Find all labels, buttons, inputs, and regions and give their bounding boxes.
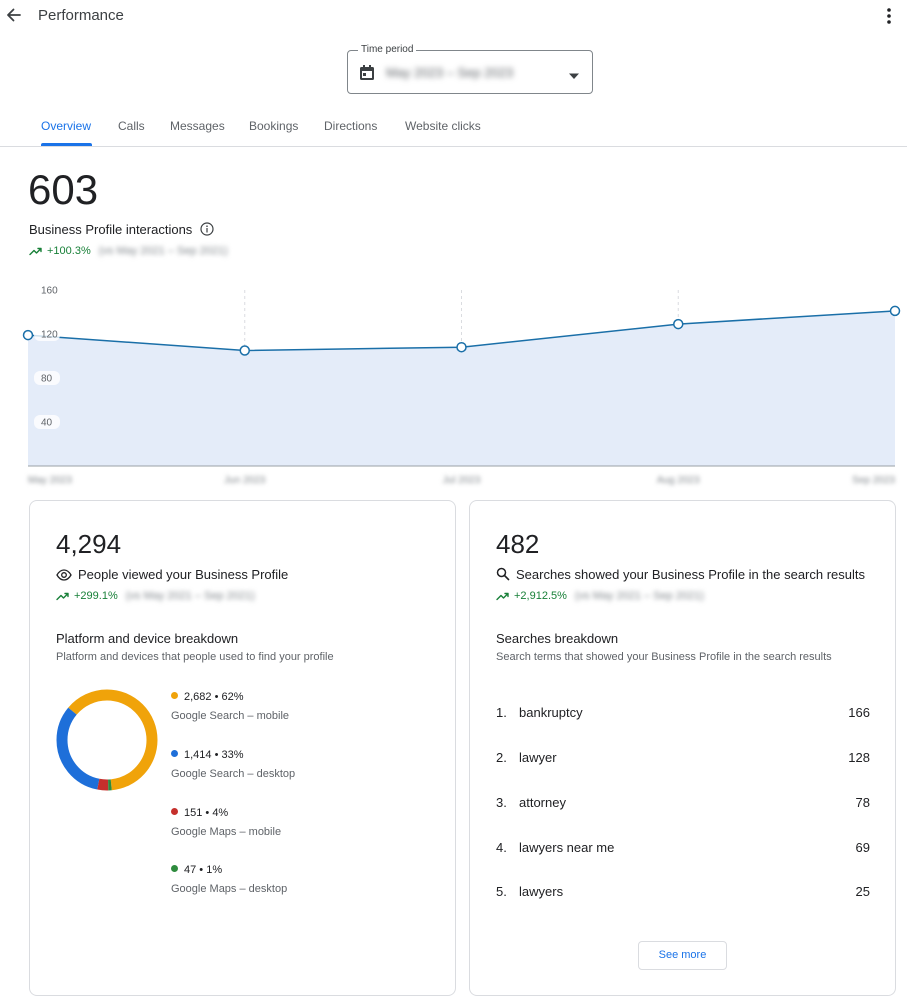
interactions-comparison: (vs May 2021 – Sep 2021) xyxy=(98,245,228,257)
views-change: +299.1% xyxy=(74,590,118,602)
search-term-count: 25 xyxy=(855,884,870,899)
x-tick-label: Sep 2023 xyxy=(852,475,895,486)
tab-overview[interactable]: Overview xyxy=(41,119,91,133)
platform-donut-chart xyxy=(56,689,158,791)
legend-name: Google Maps – desktop xyxy=(171,883,288,895)
y-tick-label: 80 xyxy=(41,374,53,385)
legend-value: 47 • 1% xyxy=(184,864,223,876)
searches-total: 482 xyxy=(496,529,540,559)
legend-item: 1,414 • 33% Google Search – desktop xyxy=(171,749,295,780)
views-label: People viewed your Business Profile xyxy=(78,567,289,582)
chart-point xyxy=(889,305,901,317)
trending-up-icon xyxy=(56,592,69,601)
search-term: attorney xyxy=(519,795,566,810)
page-title: Performance xyxy=(38,7,124,24)
search-term-count: 69 xyxy=(855,840,870,855)
legend-value: 2,682 • 62% xyxy=(184,691,244,703)
interactions-chart: 160 120 80 40 May 2023 Jun 2023 Jul 2023 Aug 20… xyxy=(22,284,901,486)
time-period-select[interactable]: Time period May 2023 – Sep 2023 xyxy=(347,44,593,94)
legend-dot xyxy=(171,750,178,757)
x-tick-label: May 2023 xyxy=(28,475,72,486)
search-icon xyxy=(496,567,510,581)
tab-directions[interactable]: Directions xyxy=(324,119,377,133)
searches-label-row: Searches showed your Business Profile in… xyxy=(496,567,865,582)
legend-dot xyxy=(171,865,178,872)
y-tick-label: 160 xyxy=(41,286,58,297)
y-tick-label: 120 xyxy=(41,330,58,341)
views-label-row: People viewed your Business Profile xyxy=(56,567,288,582)
chart-point xyxy=(239,345,250,356)
interactions-change: +100.3% xyxy=(47,245,91,257)
time-period-value: May 2023 – Sep 2023 xyxy=(386,65,514,80)
platform-breakdown-title: Platform and device breakdown xyxy=(56,631,239,646)
legend-dot xyxy=(171,808,178,815)
search-term: lawyers near me xyxy=(519,840,615,855)
legend-value: 1,414 • 33% xyxy=(184,749,244,761)
search-term-count: 78 xyxy=(855,795,870,810)
chart-point xyxy=(22,329,34,341)
top-bar: Performance xyxy=(0,0,907,30)
search-term-rank: 2. xyxy=(496,750,507,765)
searches-card: 482 Searches showed your Business Profil… xyxy=(469,500,896,996)
legend-name: Google Search – mobile xyxy=(171,710,290,722)
interactions-label: Business Profile interactions xyxy=(29,222,193,237)
searches-breakdown-title: Searches breakdown xyxy=(496,631,619,646)
search-term-rank: 3. xyxy=(496,795,507,810)
legend-item: 2,682 • 62% Google Search – mobile xyxy=(171,691,289,722)
eye-icon xyxy=(56,569,72,581)
search-term-count: 166 xyxy=(848,705,870,720)
searches-comparison: (vs May 2021 – Sep 2021) xyxy=(574,590,704,602)
x-tick-label: Aug 2023 xyxy=(657,475,700,486)
search-term: bankruptcy xyxy=(519,705,583,720)
tab-website-clicks[interactable]: Website clicks xyxy=(405,119,481,133)
y-tick-label: 40 xyxy=(41,418,53,429)
searches-breakdown-subtitle: Search terms that showed your Business P… xyxy=(496,651,832,663)
tab-messages[interactable]: Messages xyxy=(170,119,225,133)
legend-dot xyxy=(171,692,178,699)
search-term-count: 128 xyxy=(848,750,870,765)
time-period-label: Time period xyxy=(358,44,417,56)
search-term: lawyers xyxy=(519,884,564,899)
views-trend: +299.1% (vs May 2021 – Sep 2021) xyxy=(56,590,255,602)
tab-bookings[interactable]: Bookings xyxy=(249,119,298,133)
x-tick-label: Jul 2023 xyxy=(443,475,481,486)
search-term: lawyer xyxy=(519,750,557,765)
active-tab-indicator xyxy=(41,143,92,146)
chart-point xyxy=(673,318,684,330)
dropdown-arrow-icon xyxy=(568,68,580,79)
platform-breakdown-subtitle: Platform and devices that people used to… xyxy=(56,651,334,663)
tab-bar: Overview Calls Messages Bookings Directi… xyxy=(0,110,907,147)
searches-label: Searches showed your Business Profile in… xyxy=(516,567,866,582)
views-comparison: (vs May 2021 – Sep 2021) xyxy=(125,590,255,602)
search-term-rank: 1. xyxy=(496,705,507,720)
searches-change: +2,912.5% xyxy=(514,590,567,602)
back-arrow-icon[interactable] xyxy=(4,5,24,25)
views-total: 4,294 xyxy=(56,529,122,559)
see-more-button[interactable]: See more xyxy=(638,941,727,970)
x-tick-label: Jun 2023 xyxy=(224,475,266,486)
legend-value: 151 • 4% xyxy=(184,807,229,819)
more-options-icon[interactable] xyxy=(880,6,898,26)
interactions-trend: +100.3% (vs May 2021 – Sep 2021) xyxy=(29,245,228,257)
legend-name: Google Maps – mobile xyxy=(171,826,282,838)
search-term-rank: 5. xyxy=(496,884,507,899)
trending-up-icon xyxy=(496,592,509,601)
tab-calls[interactable]: Calls xyxy=(118,119,145,133)
legend-item: 47 • 1% Google Maps – desktop xyxy=(171,864,287,895)
legend-item: 151 • 4% Google Maps – mobile xyxy=(171,807,281,838)
search-term-rank: 4. xyxy=(496,840,507,855)
views-card: 4,294 People viewed your Business Profil… xyxy=(29,500,456,996)
searches-trend: +2,912.5% (vs May 2021 – Sep 2021) xyxy=(496,590,704,602)
trending-up-icon xyxy=(29,247,42,256)
chart-point xyxy=(456,341,467,353)
info-icon[interactable] xyxy=(200,222,214,236)
legend-name: Google Search – desktop xyxy=(171,768,296,780)
calendar-icon xyxy=(358,64,376,82)
interactions-total: 603 xyxy=(28,166,99,213)
